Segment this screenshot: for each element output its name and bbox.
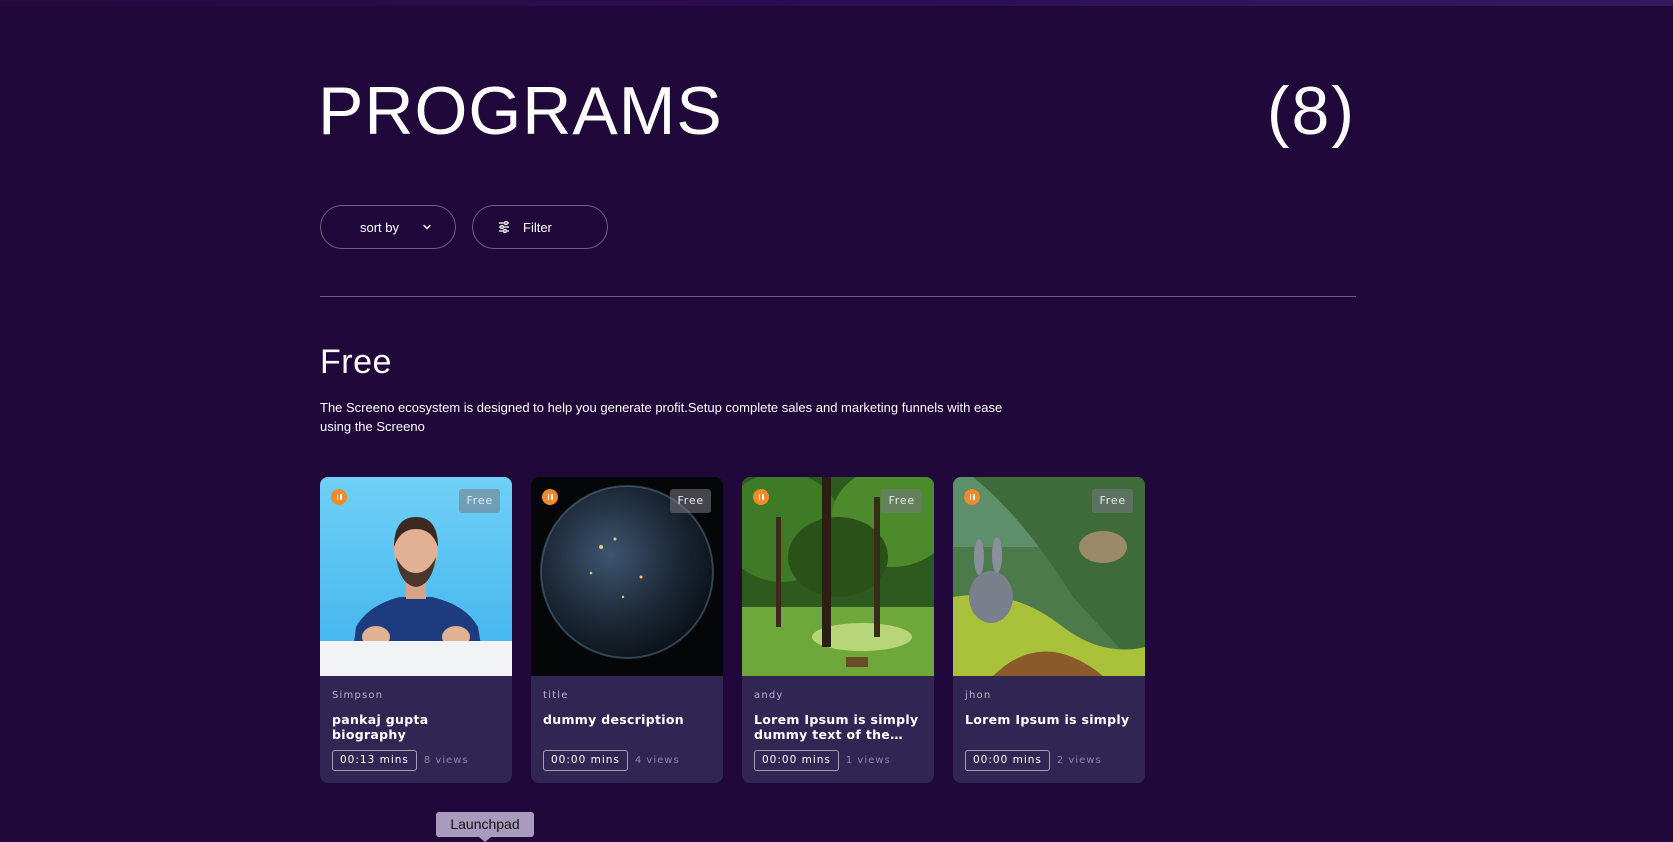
page-header: PROGRAMS (8) [318,73,1356,149]
tooltip-arrow [479,837,491,842]
pause-icon[interactable] [331,489,347,505]
sort-by-label: sort by [360,219,400,235]
card-title: pankaj gupta biography [332,712,429,742]
card-meta: 00:00 mins 4 views [543,750,680,771]
earth-thumbnail: Free [531,477,723,676]
chevron-down-icon [423,224,431,230]
program-card[interactable]: Free andy Lorem Ipsum is simply dummy te… [742,477,934,783]
program-card[interactable]: Free title dummy description 00:00 mins … [531,477,723,783]
card-author: jhon [965,690,992,701]
price-tag: Free [881,489,922,513]
section-description: The Screeno ecosystem is designed to hel… [320,398,1020,436]
sliders-icon [497,220,511,234]
card-title: dummy description [543,712,684,727]
card-author: andy [754,690,784,701]
view-count: 1 views [845,755,891,766]
section-title: Free [320,343,392,381]
pause-icon[interactable] [753,489,769,505]
programs-page: PROGRAMS (8) sort by Filter Free The Scr… [318,0,1356,839]
price-tag: Free [670,489,711,513]
view-count: 8 views [423,755,469,766]
program-card[interactable]: Free jhon Lorem Ipsum is simply 00:00 mi… [953,477,1145,783]
card-author: title [543,690,569,701]
card-meta: 00:00 mins 1 views [754,750,891,771]
bunny-thumbnail: Free [953,477,1145,676]
price-tag: Free [459,489,500,513]
section-description-line: The Screeno ecosystem is designed to hel… [320,400,1003,415]
card-title: Lorem Ipsum is simply dummy text of the… [754,712,919,742]
duration-badge: 00:00 mins [543,750,628,771]
divider [320,296,1356,297]
card-meta: 00:00 mins 2 views [965,750,1102,771]
program-card[interactable]: Free Simpson pankaj gupta biography 00:1… [320,477,512,783]
page-title: PROGRAMS [318,73,723,149]
program-count: (8) [1266,73,1356,149]
filter-label: Filter [523,219,552,235]
pause-icon[interactable] [964,489,980,505]
sort-by-dropdown[interactable]: sort by [320,205,456,249]
card-author: Simpson [332,690,384,701]
forest-thumbnail: Free [742,477,934,676]
price-tag: Free [1092,489,1133,513]
duration-badge: 00:00 mins [754,750,839,771]
pause-icon[interactable] [542,489,558,505]
launchpad-tooltip: Launchpad [436,812,534,842]
duration-badge: 00:13 mins [332,750,417,771]
launchpad-tooltip-label: Launchpad [450,816,520,832]
view-count: 2 views [1056,755,1102,766]
presenter-thumbnail: Free [320,477,512,676]
card-meta: 00:13 mins 8 views [332,750,469,771]
duration-badge: 00:00 mins [965,750,1050,771]
section-description-line: using the Screeno [320,419,425,434]
view-count: 4 views [634,755,680,766]
card-title: Lorem Ipsum is simply [965,712,1130,727]
filter-button[interactable]: Filter [472,205,608,249]
